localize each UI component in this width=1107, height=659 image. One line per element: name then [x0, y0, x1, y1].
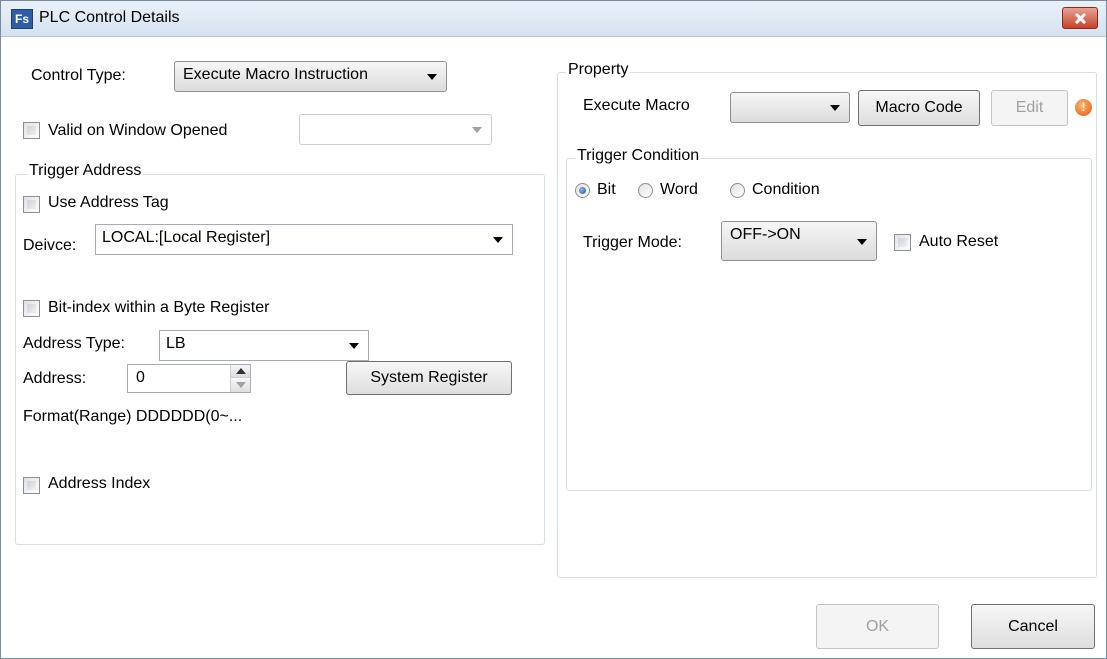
address-type-label: Address Type:: [23, 335, 125, 352]
auto-reset-label: Auto Reset: [919, 233, 999, 250]
spin-up-icon[interactable]: [231, 365, 250, 378]
valid-on-window-opened-checkbox[interactable]: [23, 122, 40, 139]
execute-macro-select[interactable]: [730, 92, 850, 123]
device-label: Deivce:: [23, 237, 77, 254]
control-type-label: Control Type:: [31, 67, 126, 84]
address-spin-buttons: [230, 365, 250, 392]
chevron-down-icon: [830, 105, 840, 111]
chevron-down-icon: [472, 127, 482, 133]
address-type-value: LB: [166, 335, 186, 352]
chevron-down-icon: [857, 239, 867, 245]
radio-condition-label: Condition: [752, 181, 820, 198]
use-address-tag-checkbox[interactable]: [23, 196, 40, 213]
address-type-select[interactable]: LB: [159, 330, 369, 361]
macro-code-button[interactable]: Macro Code: [858, 90, 980, 126]
system-register-button[interactable]: System Register: [346, 361, 512, 395]
chevron-down-icon: [493, 237, 503, 243]
auto-reset-checkbox[interactable]: [894, 234, 911, 251]
bit-index-checkbox[interactable]: [23, 300, 40, 317]
address-index-label: Address Index: [48, 475, 151, 492]
cancel-button[interactable]: Cancel: [971, 604, 1095, 649]
control-type-select[interactable]: Execute Macro Instruction: [174, 61, 447, 92]
radio-word[interactable]: [638, 183, 653, 198]
window-select[interactable]: [299, 114, 492, 145]
address-value: 0: [136, 369, 145, 386]
trigger-mode-label: Trigger Mode:: [583, 234, 682, 251]
warning-icon: !: [1075, 99, 1092, 116]
radio-bit[interactable]: [575, 183, 590, 198]
address-spinbox[interactable]: 0: [127, 364, 251, 393]
ok-button[interactable]: OK: [816, 604, 939, 649]
trigger-mode-value: OFF->ON: [730, 226, 801, 243]
device-value: LOCAL:[Local Register]: [102, 229, 271, 246]
address-label: Address:: [23, 370, 87, 387]
execute-macro-label: Execute Macro: [583, 97, 690, 114]
edit-button[interactable]: Edit: [991, 90, 1068, 126]
control-type-value: Execute Macro Instruction: [183, 66, 368, 83]
format-range-text: Format(Range) DDDDDD(0~...: [23, 408, 243, 425]
radio-word-label: Word: [660, 181, 698, 198]
chevron-down-icon: [427, 74, 437, 80]
trigger-address-title: Trigger Address: [27, 162, 144, 180]
device-select[interactable]: LOCAL:[Local Register]: [95, 224, 513, 255]
use-address-tag-label: Use Address Tag: [48, 194, 169, 211]
trigger-condition-group: [566, 158, 1092, 491]
window-title: PLC Control Details: [39, 9, 180, 26]
close-button[interactable]: [1062, 7, 1098, 29]
address-index-checkbox[interactable]: [23, 477, 40, 494]
spin-down-icon[interactable]: [231, 379, 250, 392]
plc-control-details-dialog: Fs PLC Control Details Control Type: Exe…: [0, 0, 1107, 659]
valid-on-window-opened-label: Valid on Window Opened: [48, 122, 228, 139]
bit-index-label: Bit-index within a Byte Register: [48, 299, 270, 316]
trigger-mode-select[interactable]: OFF->ON: [721, 221, 877, 261]
radio-bit-label: Bit: [597, 181, 616, 198]
chevron-down-icon: [349, 343, 359, 349]
radio-condition[interactable]: [730, 183, 745, 198]
trigger-condition-title: Trigger Condition: [575, 147, 702, 165]
app-icon: Fs: [11, 9, 33, 29]
property-title: Property: [566, 61, 631, 79]
title-bar[interactable]: Fs PLC Control Details: [1, 1, 1106, 37]
